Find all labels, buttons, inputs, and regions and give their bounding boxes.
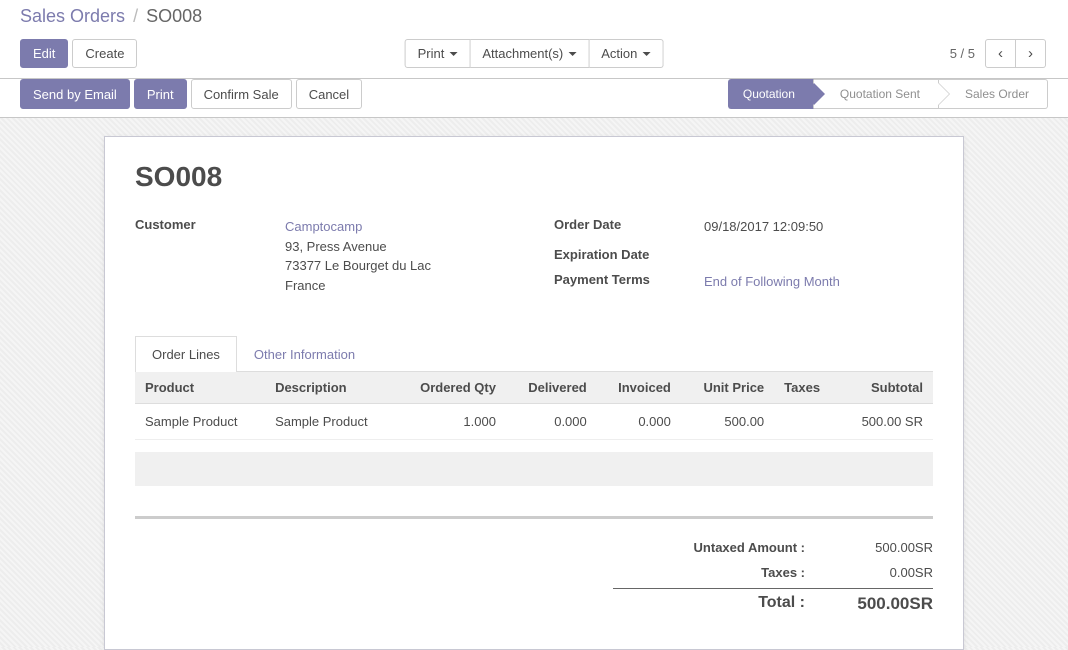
caret-down-icon xyxy=(642,52,650,56)
table-header-cell: Invoiced xyxy=(597,372,681,404)
table-header-cell: Ordered Qty xyxy=(395,372,506,404)
attachments-dropdown-label: Attachment(s) xyxy=(482,46,563,61)
totals: Untaxed Amount : 500.00SR Taxes : 0.00SR… xyxy=(613,535,933,619)
tab[interactable]: Order Lines xyxy=(135,336,237,372)
order-date-label: Order Date xyxy=(554,217,704,237)
record-title: SO008 xyxy=(135,161,933,193)
status-steps: QuotationQuotation SentSales Order xyxy=(728,79,1048,109)
cancel-button[interactable]: Cancel xyxy=(296,79,362,109)
caret-down-icon xyxy=(449,52,457,56)
create-button[interactable]: Create xyxy=(72,39,137,68)
attachments-dropdown[interactable]: Attachment(s) xyxy=(470,39,589,68)
pager-text: 5 / 5 xyxy=(950,46,975,61)
table-header-row: ProductDescriptionOrdered QtyDeliveredIn… xyxy=(135,372,933,404)
toolbar: Edit Create Print Attachment(s) Action 5… xyxy=(20,39,1048,78)
customer-city-line: 73377 Le Bourget du Lac xyxy=(285,258,431,273)
payment-terms-label: Payment Terms xyxy=(554,272,704,292)
table-cell: Sample Product xyxy=(135,404,265,440)
untaxed-label: Untaxed Amount : xyxy=(613,540,813,555)
customer-link[interactable]: Camptocamp xyxy=(285,219,362,234)
taxes-value: 0.00SR xyxy=(813,565,933,580)
action-dropdown[interactable]: Action xyxy=(589,39,663,68)
edit-button[interactable]: Edit xyxy=(20,39,68,68)
order-date-value: 09/18/2017 12:09:50 xyxy=(704,217,933,237)
breadcrumb-separator: / xyxy=(133,6,138,26)
breadcrumb: Sales Orders / SO008 xyxy=(20,6,1048,39)
breadcrumb-root-link[interactable]: Sales Orders xyxy=(20,6,125,26)
total-value: 500.00SR xyxy=(813,594,933,614)
breadcrumb-current: SO008 xyxy=(146,6,202,26)
print-button[interactable]: Print xyxy=(134,79,187,109)
untaxed-value: 500.00SR xyxy=(813,540,933,555)
customer-label: Customer xyxy=(135,217,285,295)
customer-value: Camptocamp 93, Press Avenue 73377 Le Bou… xyxy=(285,217,514,295)
table-header-cell: Taxes xyxy=(774,372,839,404)
tab[interactable]: Other Information xyxy=(237,336,372,372)
taxes-label: Taxes : xyxy=(613,565,813,580)
status-step[interactable]: Quotation Sent xyxy=(814,79,939,109)
chevron-right-icon: › xyxy=(1028,46,1033,61)
action-dropdown-label: Action xyxy=(601,46,637,61)
send-by-email-button[interactable]: Send by Email xyxy=(20,79,130,109)
confirm-sale-button[interactable]: Confirm Sale xyxy=(191,79,292,109)
status-step[interactable]: Quotation xyxy=(728,79,814,109)
expiration-date-value xyxy=(704,247,933,262)
order-lines-table: ProductDescriptionOrdered QtyDeliveredIn… xyxy=(135,372,933,440)
action-bar: Send by Email Print Confirm Sale Cancel … xyxy=(0,79,1068,118)
table-cell: 1.000 xyxy=(395,404,506,440)
table-header-cell: Product xyxy=(135,372,265,404)
print-dropdown[interactable]: Print xyxy=(405,39,471,68)
customer-street: 93, Press Avenue xyxy=(285,239,387,254)
table-cell: 0.000 xyxy=(597,404,681,440)
form-sheet: SO008 Customer Camptocamp 93, Press Aven… xyxy=(104,136,964,650)
tabs: Order LinesOther Information xyxy=(135,335,933,372)
expiration-date-label: Expiration Date xyxy=(554,247,704,262)
field-grid: Customer Camptocamp 93, Press Avenue 733… xyxy=(135,217,933,305)
chevron-left-icon: ‹ xyxy=(998,46,1003,61)
toolbar-center: Print Attachment(s) Action xyxy=(403,39,666,68)
payment-terms-value: End of Following Month xyxy=(704,272,933,292)
topbar: Sales Orders / SO008 Edit Create Print A… xyxy=(0,0,1068,79)
pager-next-button[interactable]: › xyxy=(1016,39,1046,68)
table-cell: Sample Product xyxy=(265,404,395,440)
table-cell xyxy=(774,404,839,440)
payment-terms-link[interactable]: End of Following Month xyxy=(704,274,840,289)
table-header-cell: Subtotal xyxy=(839,372,933,404)
pager-prev-button[interactable]: ‹ xyxy=(985,39,1016,68)
table-header-cell: Description xyxy=(265,372,395,404)
table-header-cell: Unit Price xyxy=(681,372,774,404)
sheet-wrap: SO008 Customer Camptocamp 93, Press Aven… xyxy=(0,118,1068,650)
status-step[interactable]: Sales Order xyxy=(939,79,1048,109)
customer-country: France xyxy=(285,278,325,293)
table-footer-spacer xyxy=(135,452,933,486)
table-header-cell: Delivered xyxy=(506,372,597,404)
total-label: Total : xyxy=(613,594,813,614)
totals-divider xyxy=(135,516,933,519)
table-cell: 500.00 SR xyxy=(839,404,933,440)
table-cell: 500.00 xyxy=(681,404,774,440)
table-row[interactable]: Sample ProductSample Product1.0000.0000.… xyxy=(135,404,933,440)
caret-down-icon xyxy=(568,52,576,56)
pager: 5 / 5 ‹ › xyxy=(950,39,1048,68)
table-cell: 0.000 xyxy=(506,404,597,440)
print-dropdown-label: Print xyxy=(418,46,445,61)
